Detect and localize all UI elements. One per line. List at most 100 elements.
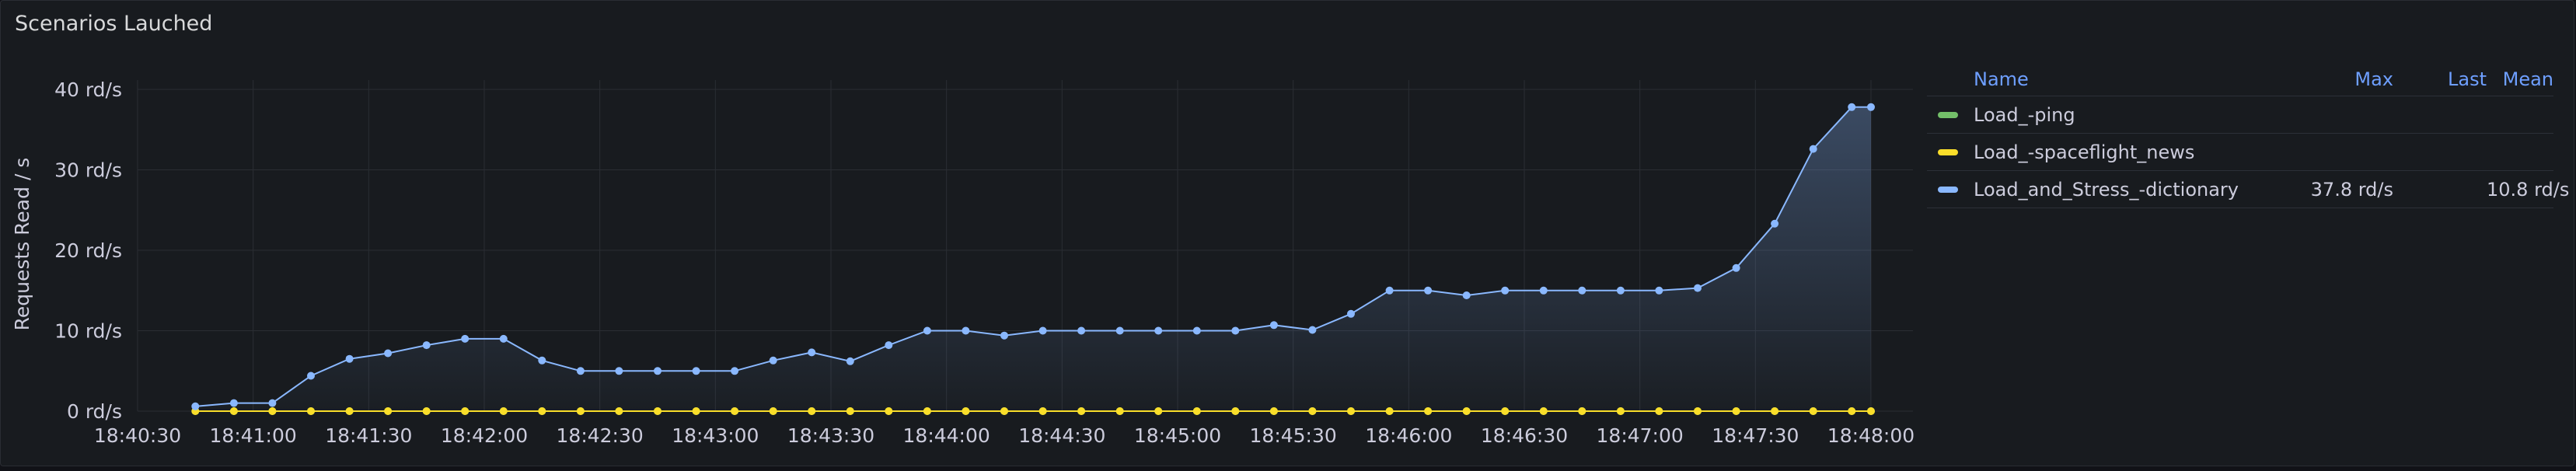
- data-point: [538, 407, 546, 415]
- data-point: [422, 341, 431, 350]
- x-tick-label: 18:43:30: [787, 424, 874, 447]
- data-point: [692, 367, 700, 375]
- x-tick-label: 18:46:30: [1481, 424, 1568, 447]
- data-point: [1694, 407, 1702, 415]
- data-point: [1385, 286, 1394, 295]
- data-point: [1867, 103, 1875, 111]
- x-tick-label: 18:48:00: [1827, 424, 1915, 447]
- y-tick-label: 10 rd/s: [54, 320, 122, 343]
- y-axis-label: Requests Read / s: [11, 158, 33, 331]
- legend-table: Name Max Last Mean Load_-ping Load_-spac…: [1927, 63, 2570, 208]
- data-point: [461, 407, 469, 415]
- data-point: [692, 407, 700, 415]
- y-tick-label: 20 rd/s: [54, 239, 122, 262]
- data-point: [191, 402, 200, 410]
- data-point: [499, 334, 508, 343]
- legend-row-ping[interactable]: Load_-ping: [1927, 96, 2553, 134]
- x-tick-label: 18:42:00: [441, 424, 528, 447]
- data-point: [229, 399, 238, 407]
- data-point: [615, 367, 623, 375]
- line-chart: 0 rd/s 10 rd/s 20 rd/s 30 rd/s 40 rd/s 18:40:…: [11, 78, 1915, 447]
- legend-header-max[interactable]: Max: [2300, 68, 2393, 90]
- y-tick-label: 30 rd/s: [54, 159, 122, 182]
- legend-header: Name Max Last Mean: [1927, 63, 2553, 96]
- legend-row-dictionary[interactable]: Load_and_Stress_-dictionary 37.8 rd/s 10…: [1927, 171, 2570, 208]
- data-point: [345, 407, 354, 415]
- x-tick-label: 18:45:30: [1250, 424, 1337, 447]
- legend-series-name[interactable]: Load_-spaceflight_news: [1974, 141, 2300, 163]
- data-point: [846, 357, 854, 365]
- chart-panel: Scenarios Lauched 0 rd/s 10 rd/s 20 rd/s 30…: [0, 0, 2574, 466]
- data-point: [923, 407, 931, 415]
- data-point: [1115, 326, 1124, 335]
- data-point: [1655, 286, 1663, 295]
- data-point: [1694, 284, 1702, 292]
- data-point: [1578, 286, 1586, 295]
- legend-swatch: [1938, 148, 1958, 155]
- data-point: [1616, 286, 1625, 295]
- data-point: [1424, 407, 1433, 415]
- x-tick-label: 18:47:00: [1597, 424, 1684, 447]
- data-point: [1038, 326, 1047, 335]
- data-point: [654, 407, 661, 415]
- legend-mean-value: 10.8 rd/s: [2487, 178, 2570, 201]
- x-tick-label: 18:41:00: [210, 424, 297, 447]
- data-point: [1192, 326, 1201, 335]
- x-tick-label: 18:47:30: [1712, 424, 1799, 447]
- y-tick-label: 0 rd/s: [67, 400, 122, 423]
- x-tick-label: 18:41:30: [325, 424, 412, 447]
- data-point: [1462, 407, 1471, 415]
- legend-max-value: 37.8 rd/s: [2310, 178, 2393, 201]
- data-point: [1347, 309, 1355, 318]
- legend-swatch: [1938, 111, 1958, 118]
- data-point: [1000, 331, 1008, 340]
- data-point: [1732, 407, 1740, 415]
- legend-swatch: [1938, 186, 1958, 193]
- data-point: [846, 407, 854, 415]
- data-point: [1385, 407, 1394, 415]
- data-point: [1308, 326, 1317, 334]
- x-tick-label: 18:45:00: [1134, 424, 1221, 447]
- series-area: [195, 106, 1871, 412]
- data-point: [731, 367, 739, 375]
- data-point: [384, 349, 393, 358]
- data-point: [1501, 286, 1510, 295]
- data-point: [1115, 407, 1124, 415]
- data-point: [1077, 407, 1086, 415]
- data-point: [1809, 407, 1817, 415]
- data-point: [1867, 407, 1875, 415]
- data-point: [1000, 407, 1008, 415]
- legend-series-name[interactable]: Load_and_Stress_-dictionary: [1974, 179, 2300, 201]
- data-point: [885, 341, 893, 350]
- data-point: [1539, 407, 1548, 415]
- data-point: [229, 407, 238, 415]
- data-point: [1269, 407, 1278, 415]
- data-point: [1848, 103, 1856, 111]
- legend-header-name[interactable]: Name: [1974, 68, 2300, 90]
- data-point: [461, 334, 469, 343]
- data-point: [769, 407, 777, 415]
- data-point: [1192, 407, 1201, 415]
- data-point: [499, 407, 508, 415]
- data-point: [1424, 286, 1433, 295]
- data-point: [1269, 321, 1278, 330]
- legend-series-name[interactable]: Load_-ping: [1974, 104, 2300, 126]
- x-tick-label: 18:43:00: [672, 424, 759, 447]
- legend-header-mean[interactable]: Mean: [2487, 68, 2553, 90]
- y-tick-label: 40 rd/s: [54, 78, 122, 101]
- data-point: [1077, 326, 1086, 335]
- data-point: [538, 356, 546, 365]
- legend-row-spaceflight-news[interactable]: Load_-spaceflight_news: [1927, 134, 2553, 171]
- x-tick-label: 18:46:00: [1365, 424, 1452, 447]
- data-point: [422, 407, 431, 415]
- data-point: [1347, 407, 1355, 415]
- data-point: [962, 326, 970, 335]
- data-point: [1809, 145, 1817, 153]
- data-point: [1154, 326, 1163, 335]
- data-point: [654, 367, 661, 375]
- data-point: [307, 407, 315, 415]
- legend-header-last[interactable]: Last: [2393, 68, 2487, 90]
- x-tick-label: 18:44:30: [1018, 424, 1105, 447]
- data-point: [1732, 263, 1740, 272]
- data-point: [1655, 407, 1663, 415]
